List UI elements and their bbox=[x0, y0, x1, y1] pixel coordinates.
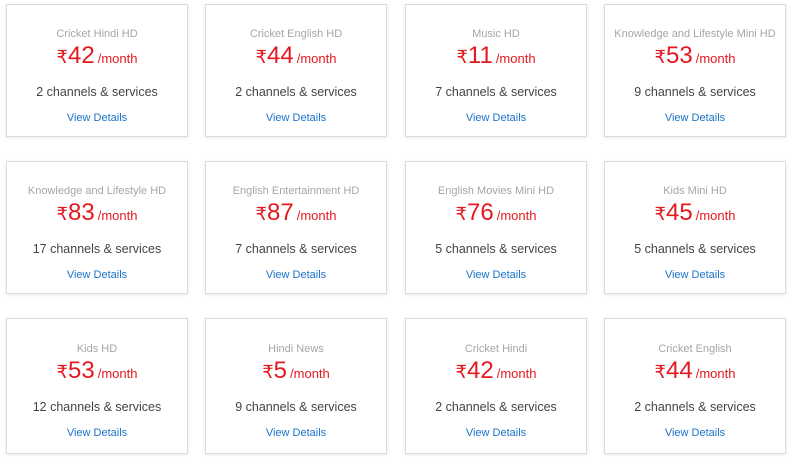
pack-price: ₹76/month bbox=[406, 198, 586, 231]
price-period: /month bbox=[495, 51, 536, 66]
pack-price: ₹5/month bbox=[206, 356, 386, 389]
view-details-link[interactable]: View Details bbox=[206, 269, 386, 281]
pack-card: English Entertainment HD ₹87/month 7 cha… bbox=[205, 161, 387, 294]
pack-price: ₹83/month bbox=[7, 198, 187, 231]
price-period: /month bbox=[97, 51, 138, 66]
view-details-link[interactable]: View Details bbox=[605, 112, 785, 124]
pack-price: ₹44/month bbox=[605, 356, 785, 389]
currency-symbol: ₹ bbox=[654, 362, 666, 382]
price-amount: 45 bbox=[666, 199, 693, 226]
price-amount: 42 bbox=[467, 357, 494, 384]
pack-price: ₹45/month bbox=[605, 198, 785, 231]
view-details-link[interactable]: View Details bbox=[406, 269, 586, 281]
pack-price: ₹53/month bbox=[7, 356, 187, 389]
pack-price: ₹87/month bbox=[206, 198, 386, 231]
channel-count: 2 channels & services bbox=[634, 400, 756, 414]
currency-symbol: ₹ bbox=[654, 204, 666, 224]
currency-symbol: ₹ bbox=[255, 47, 267, 67]
price-period: /month bbox=[496, 366, 537, 381]
view-details-link[interactable]: View Details bbox=[406, 427, 586, 439]
view-details-link[interactable]: View Details bbox=[206, 112, 386, 124]
pack-price: ₹42/month bbox=[406, 356, 586, 389]
price-amount: 83 bbox=[68, 199, 95, 226]
price-amount: 76 bbox=[467, 199, 494, 226]
channel-count: 5 channels & services bbox=[634, 242, 756, 256]
pack-card: Hindi News ₹5/month 9 channels & service… bbox=[205, 318, 387, 454]
price-amount: 44 bbox=[666, 357, 693, 384]
price-amount: 53 bbox=[68, 357, 95, 384]
channel-count: 7 channels & services bbox=[435, 85, 557, 99]
pack-name: Kids HD bbox=[76, 343, 118, 355]
price-period: /month bbox=[290, 366, 330, 381]
currency-symbol: ₹ bbox=[654, 47, 666, 67]
price-period: /month bbox=[496, 208, 537, 223]
pack-card: English Movies Mini HD ₹76/month 5 chann… bbox=[405, 161, 587, 294]
channel-count: 2 channels & services bbox=[36, 85, 158, 99]
price-period: /month bbox=[695, 366, 736, 381]
pack-name: English Entertainment HD bbox=[232, 185, 360, 197]
pack-price: ₹44/month bbox=[206, 41, 386, 74]
currency-symbol: ₹ bbox=[455, 204, 467, 224]
pack-card: Kids Mini HD ₹45/month 5 channels & serv… bbox=[604, 161, 786, 294]
view-details-link[interactable]: View Details bbox=[206, 427, 386, 439]
channel-count: 17 channels & services bbox=[32, 242, 162, 256]
pack-price: ₹53/month bbox=[605, 41, 785, 74]
price-amount: 53 bbox=[666, 42, 693, 69]
price-amount: 44 bbox=[267, 42, 294, 69]
price-amount: 42 bbox=[68, 42, 95, 69]
view-details-link[interactable]: View Details bbox=[605, 427, 785, 439]
currency-symbol: ₹ bbox=[262, 362, 274, 382]
currency-symbol: ₹ bbox=[56, 47, 68, 67]
view-details-link[interactable]: View Details bbox=[7, 269, 187, 281]
price-amount: 5 bbox=[273, 357, 288, 384]
currency-symbol: ₹ bbox=[56, 204, 68, 224]
price-period: /month bbox=[695, 208, 736, 223]
pack-card: Cricket English HD ₹44/month 2 channels … bbox=[205, 4, 387, 137]
pack-name: Cricket Hindi bbox=[464, 343, 528, 355]
view-details-link[interactable]: View Details bbox=[605, 269, 785, 281]
price-amount: 11 bbox=[467, 42, 493, 69]
pack-card: Cricket Hindi ₹42/month 2 channels & ser… bbox=[405, 318, 587, 454]
pack-name: Cricket English HD bbox=[249, 28, 343, 40]
price-period: /month bbox=[296, 51, 337, 66]
currency-symbol: ₹ bbox=[456, 47, 468, 67]
pack-name: Cricket English bbox=[658, 343, 732, 355]
price-period: /month bbox=[97, 366, 138, 381]
pack-card: Kids HD ₹53/month 12 channels & services… bbox=[6, 318, 188, 454]
view-details-link[interactable]: View Details bbox=[406, 112, 586, 124]
pack-card: Cricket Hindi HD ₹42/month 2 channels & … bbox=[6, 4, 188, 137]
channel-count: 9 channels & services bbox=[634, 85, 756, 99]
pack-card: Cricket English ₹44/month 2 channels & s… bbox=[604, 318, 786, 454]
price-period: /month bbox=[97, 208, 138, 223]
channel-count: 9 channels & services bbox=[235, 400, 357, 414]
pack-name: Cricket Hindi HD bbox=[56, 28, 138, 40]
pack-price: ₹42/month bbox=[7, 41, 187, 74]
pack-price: ₹11/month bbox=[406, 41, 586, 74]
pack-name: English Movies Mini HD bbox=[437, 185, 555, 197]
pack-name: Knowledge and Lifestyle HD bbox=[27, 185, 167, 197]
channel-count: 2 channels & services bbox=[235, 85, 357, 99]
channel-count: 12 channels & services bbox=[32, 400, 162, 414]
pack-name: Knowledge and Lifestyle Mini HD bbox=[614, 28, 776, 40]
view-details-link[interactable]: View Details bbox=[7, 112, 187, 124]
pack-name: Music HD bbox=[472, 28, 520, 40]
currency-symbol: ₹ bbox=[455, 362, 467, 382]
currency-symbol: ₹ bbox=[56, 362, 68, 382]
currency-symbol: ₹ bbox=[255, 204, 267, 224]
pack-name: Hindi News bbox=[268, 343, 324, 355]
channel-count: 7 channels & services bbox=[235, 242, 357, 256]
pack-name: Kids Mini HD bbox=[663, 185, 727, 197]
channel-count: 5 channels & services bbox=[435, 242, 557, 256]
pack-card: Knowledge and Lifestyle Mini HD ₹53/mont… bbox=[604, 4, 786, 137]
pack-grid: Cricket Hindi HD ₹42/month 2 channels & … bbox=[0, 0, 800, 457]
price-period: /month bbox=[695, 51, 736, 66]
channel-count: 2 channels & services bbox=[435, 400, 557, 414]
view-details-link[interactable]: View Details bbox=[7, 427, 187, 439]
pack-card: Knowledge and Lifestyle HD ₹83/month 17 … bbox=[6, 161, 188, 294]
price-period: /month bbox=[296, 208, 337, 223]
price-amount: 87 bbox=[267, 199, 294, 226]
pack-card: Music HD ₹11/month 7 channels & services… bbox=[405, 4, 587, 137]
